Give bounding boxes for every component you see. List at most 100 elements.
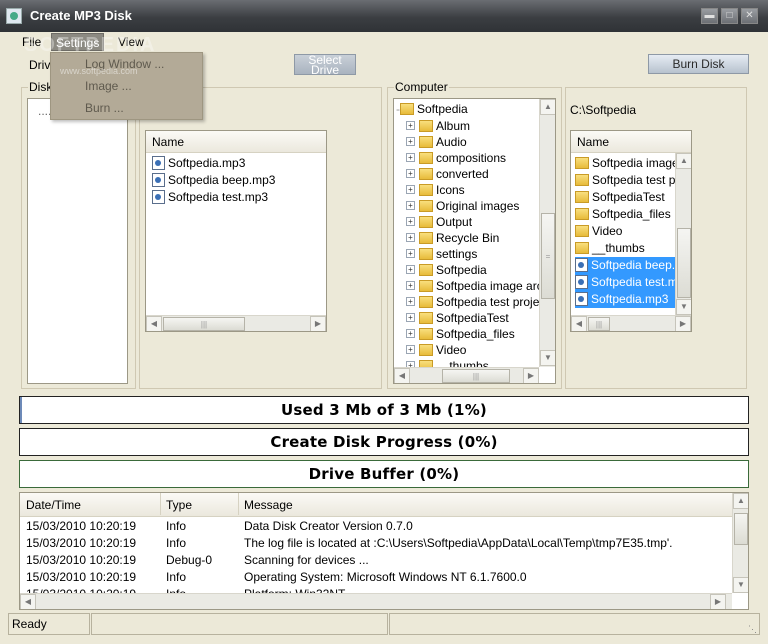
list-item[interactable]: __thumbs [575,240,675,257]
tree-item[interactable]: + converted [406,166,489,183]
horizontal-scrollbar[interactable]: ◀ ||| ▶ [571,315,691,331]
log-window[interactable]: Date/Time Type Message 15/03/2010 10:20:… [19,492,749,610]
scroll-up-icon[interactable]: ▲ [733,493,748,509]
scroll-left-icon[interactable]: ◀ [20,594,36,609]
column-type[interactable]: Type [166,498,192,512]
expand-icon[interactable]: + [406,137,415,147]
column-datetime[interactable]: Date/Time [26,498,81,512]
scroll-right-icon[interactable]: ▶ [675,316,691,331]
expand-icon[interactable]: + [406,345,415,355]
list-item-selected[interactable]: Softpedia.mp3 [575,291,675,308]
vertical-scrollbar[interactable]: ▲ ▼ [732,493,748,593]
scroll-up-icon[interactable]: ▲ [540,99,555,115]
tree-item[interactable]: + Original images [406,198,519,215]
scroll-left-icon[interactable]: ◀ [146,316,162,331]
status-text: Ready [8,613,90,635]
scroll-down-icon[interactable]: ▼ [733,577,748,593]
expand-icon[interactable]: + [406,281,415,291]
minimize-icon[interactable]: ▬ [701,8,718,24]
menu-file[interactable]: File [18,33,45,51]
folder-file-list[interactable]: Name Softpedia image a Softpedia test pro… [570,130,692,332]
select-drive-button[interactable]: Select Drive [294,54,356,75]
log-row[interactable]: 15/03/2010 10:20:19 Debug-0 Scanning for d… [20,552,732,569]
disk-file-list[interactable]: Name Softpedia.mp3 Softpedia beep.mp3 So… [145,130,327,332]
scroll-thumb[interactable] [677,228,691,298]
resize-grip-icon[interactable]: ⋱ [748,624,757,635]
scroll-left-icon[interactable]: ◀ [394,368,410,383]
vertical-scrollbar[interactable]: ▲ = ▼ [539,99,555,367]
vertical-scrollbar[interactable]: ▲ ▼ [675,153,691,315]
log-row[interactable]: 15/03/2010 10:20:19 Info Operating System:… [20,569,732,586]
horizontal-scrollbar[interactable]: ◀ ||| ▶ [394,367,539,383]
tree-item[interactable]: + Recycle Bin [406,230,499,247]
tree-item[interactable]: + Softpedia [406,262,487,279]
menu-image[interactable]: Image ... [85,79,132,93]
scroll-thumb[interactable]: ||| [163,317,245,331]
list-item[interactable]: Video [575,223,675,240]
scroll-down-icon[interactable]: ▼ [540,350,555,366]
list-item[interactable]: SoftpediaTest [575,189,675,206]
scroll-right-icon[interactable]: ▶ [523,368,539,383]
column-name[interactable]: Name [152,135,184,149]
column-message[interactable]: Message [244,498,293,512]
menu-settings[interactable]: Settings [51,33,105,51]
menu-log-window[interactable]: Log Window ... [85,57,164,71]
tree-item[interactable]: + Album [406,118,470,135]
tree-item[interactable]: + Output [406,214,472,231]
tree-item[interactable]: + Softpedia_files [406,326,515,343]
tree-item[interactable]: + SoftpediaTest [406,310,509,327]
tree-item-label: Video [436,343,467,357]
tree-item[interactable]: + Icons [406,182,465,199]
expand-icon[interactable]: + [406,201,415,211]
expand-icon[interactable]: + [406,313,415,323]
expand-icon[interactable]: + [406,121,415,131]
list-item[interactable]: Softpedia beep.mp3 [152,172,275,189]
list-item[interactable]: Softpedia image a [575,155,689,172]
expand-icon[interactable]: + [406,217,415,227]
menu-view[interactable]: View [114,33,148,51]
scroll-thumb[interactable]: ||| [588,317,610,331]
list-item-selected[interactable]: Softpedia beep.m [575,257,685,274]
column-name[interactable]: Name [577,135,609,149]
scroll-left-icon[interactable]: ◀ [571,316,587,331]
list-item-selected[interactable]: Softpedia test.mp [575,274,684,291]
list-item[interactable]: Softpedia.mp3 [152,155,245,172]
scroll-down-icon[interactable]: ▼ [676,299,691,315]
list-item[interactable]: Softpedia test pro [575,172,686,189]
folder-icon [419,327,433,340]
tree-item[interactable]: + Softpedia test projec [406,294,545,311]
tree-item[interactable]: + Video [406,342,466,359]
tree-item[interactable]: + settings [406,246,477,263]
maximize-icon[interactable]: □ [721,8,738,24]
tree-root[interactable]: - Softpedia [396,101,468,118]
scroll-thumb[interactable]: ||| [442,369,510,383]
expand-icon[interactable]: + [406,169,415,179]
disk-tree[interactable]: .... [27,98,128,384]
scroll-right-icon[interactable]: ▶ [710,594,726,609]
expand-icon[interactable]: + [406,249,415,259]
scroll-right-icon[interactable]: ▶ [310,316,326,331]
list-item[interactable]: Softpedia_files [575,206,675,223]
scroll-thumb[interactable]: = [541,213,555,299]
expand-icon[interactable]: + [406,233,415,243]
tree-item-label: Softpedia [436,263,487,277]
scroll-up-icon[interactable]: ▲ [676,153,691,169]
horizontal-scrollbar[interactable]: ◀ ▶ [20,593,732,609]
log-row[interactable]: 15/03/2010 10:20:19 Info Data Disk Creator… [20,518,732,535]
tree-item[interactable]: + compositions [406,150,506,167]
burn-disk-button[interactable]: Burn Disk [648,54,749,74]
close-icon[interactable]: ✕ [741,8,758,24]
expand-icon[interactable]: + [406,297,415,307]
expand-icon[interactable]: + [406,185,415,195]
tree-item[interactable]: + Softpedia image arch [406,278,549,295]
scroll-thumb[interactable] [734,513,748,545]
log-row[interactable]: 15/03/2010 10:20:19 Info The log file is l… [20,535,732,552]
tree-item[interactable]: + Audio [406,134,467,151]
expand-icon[interactable]: + [406,153,415,163]
expand-icon[interactable]: + [406,265,415,275]
horizontal-scrollbar[interactable]: ◀ ||| ▶ [146,315,326,331]
expand-icon[interactable]: + [406,329,415,339]
list-item[interactable]: Softpedia test.mp3 [152,189,268,206]
menu-burn[interactable]: Burn ... [85,101,124,115]
computer-tree[interactable]: - Softpedia + Album + Audio + compositions + con… [393,98,556,384]
